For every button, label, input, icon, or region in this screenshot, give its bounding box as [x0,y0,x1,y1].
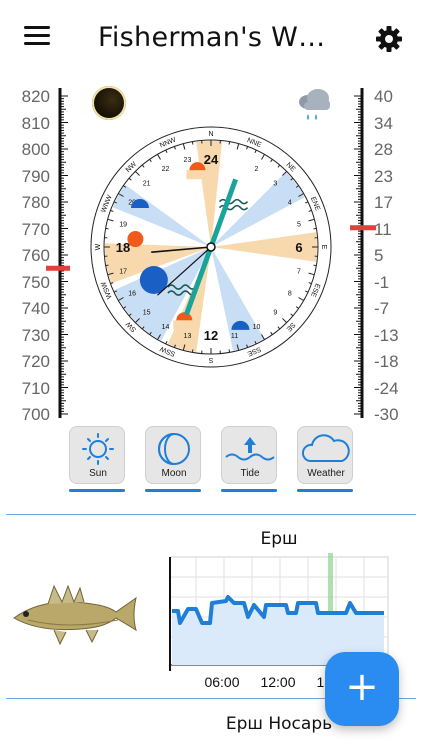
hour-label: 19 [119,221,127,228]
hour-label: 5 [297,221,301,228]
mode-weather-button[interactable]: Weather [297,426,353,484]
hour-label-major: 12 [204,328,218,343]
dial-tick [228,141,231,145]
compass-direction-label: W [95,243,102,250]
app-title: Fisherman's W… [98,22,326,53]
hour-label: 8 [288,291,292,298]
hamburger-menu-icon[interactable] [24,26,52,50]
hour-label-major: 6 [295,240,302,255]
hour-label: 7 [297,269,301,276]
current-value-marker [350,225,376,231]
mode-sun-indicator [69,489,125,492]
sun-icon [70,431,126,467]
app-header: Fisherman's W… [0,0,422,78]
dial-tick [228,349,231,353]
dial-center [206,242,216,252]
mode-weather-label: Weather [307,468,345,479]
hour-label: 23 [184,157,192,164]
mode-tide-button[interactable]: Tide [221,426,277,484]
moon-phase-icon[interactable] [92,86,126,120]
hour-label: 2 [255,166,259,173]
hour-label: 9 [273,309,277,316]
horizon-mask [173,320,196,330]
horizon-mask [186,170,209,180]
mode-selector: Sun Moon Tide Weather [0,426,422,496]
hour-label: 14 [162,324,170,331]
dial-tick [313,227,317,230]
mode-weather-indicator [297,489,353,492]
sun-position-icon [127,231,144,248]
hour-label: 22 [162,166,170,173]
weather-cloud-icon [298,431,354,467]
hour-label: 13 [184,333,192,340]
compass-direction-label: S [208,356,213,363]
dial-tick [313,264,317,267]
mode-sun-label: Sun [89,468,107,479]
hour-label: 15 [143,309,151,316]
divider [6,514,416,515]
compass-direction-label: N [208,131,213,138]
dial-tick [105,264,109,267]
mode-tide-label: Tide [240,468,260,479]
pressure-ruler [46,88,70,418]
hour-label-major: 24 [204,152,219,167]
mode-sun-button[interactable]: Sun [69,426,125,484]
mode-moon-label: Moon [161,468,187,479]
moon-icon [146,431,202,467]
add-button[interactable]: + [325,652,399,726]
fish-name: Ерш [260,529,298,549]
pressure-scale: 820 810 800 790 780 770 760 750 740 730 720 710 700 [0,88,70,423]
mode-moon-button[interactable]: Moon [145,426,201,484]
tide-icon [222,431,278,467]
hour-label: 11 [231,333,238,340]
cloud-rain-icon[interactable] [294,84,334,124]
temperature-scale: 40 34 28 23 17 11 5 -1 -7 -13 -18 -24 -30 [350,88,422,423]
mode-tide-indicator [221,489,277,492]
hour-label: 17 [119,269,127,276]
temperature-ruler [350,88,376,418]
solunar-dial[interactable]: N NNE NE ENE E ESE SE SSE S SSW SW WSW W WNW NW NNW 2 3 4 5… [86,122,336,372]
dial-tick [105,227,109,230]
hour-label: 3 [273,181,277,188]
add-button-label: + [345,664,379,710]
chart-x-tick-label: 06:00 [204,674,239,690]
gear-icon[interactable] [374,24,404,54]
dial-tick [191,349,194,353]
fish-image [8,570,140,660]
mode-moon-indicator [145,489,201,492]
hour-label: 4 [288,200,292,207]
chart-x-tick-label: 12:00 [260,674,295,690]
current-value-marker [46,265,70,271]
hour-label: 10 [253,324,261,331]
compass-direction-label: E [320,245,327,250]
hour-label: 21 [143,181,151,188]
hour-label: 16 [128,291,136,298]
dial-tick [191,141,194,145]
hour-label-major: 18 [116,240,130,255]
